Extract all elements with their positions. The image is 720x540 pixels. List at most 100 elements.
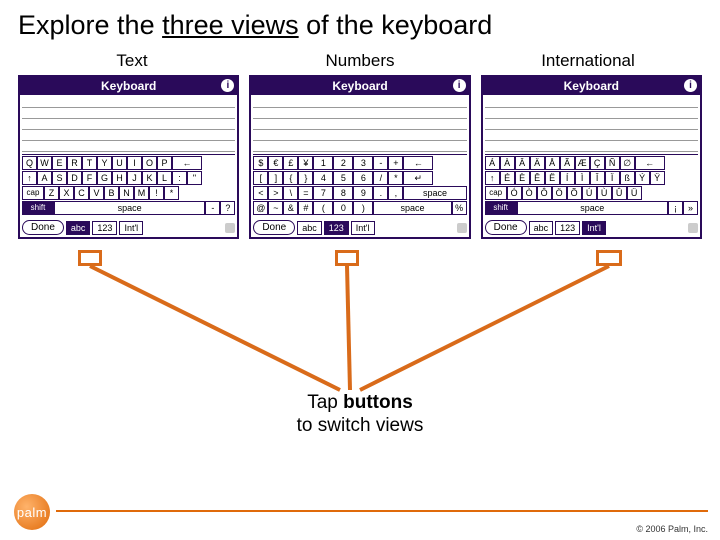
key[interactable]: 1 bbox=[313, 156, 333, 170]
key[interactable]: Ä bbox=[530, 156, 545, 170]
key[interactable]: Á bbox=[485, 156, 500, 170]
key[interactable]: } bbox=[298, 171, 313, 185]
key[interactable]: Ò bbox=[522, 186, 537, 200]
key[interactable]: # bbox=[298, 201, 313, 215]
key[interactable]: & bbox=[283, 201, 298, 215]
tab-intl[interactable]: Int'l bbox=[582, 221, 606, 235]
info-icon[interactable]: i bbox=[684, 79, 697, 92]
key[interactable]: Õ bbox=[567, 186, 582, 200]
key[interactable]: Ì bbox=[575, 171, 590, 185]
key[interactable]: Ÿ bbox=[650, 171, 665, 185]
key[interactable]: Ã bbox=[560, 156, 575, 170]
backspace-key[interactable]: ← bbox=[635, 156, 665, 170]
text-area[interactable] bbox=[485, 97, 698, 155]
key[interactable]: U bbox=[112, 156, 127, 170]
key[interactable]: + bbox=[388, 156, 403, 170]
shift-arrow-key[interactable]: ↑ bbox=[22, 171, 37, 185]
key[interactable]: Å bbox=[545, 156, 560, 170]
key[interactable]: * bbox=[388, 171, 403, 185]
key[interactable]: M bbox=[134, 186, 149, 200]
key[interactable]: ~ bbox=[268, 201, 283, 215]
done-button[interactable]: Done bbox=[22, 220, 64, 235]
key[interactable]: Ó bbox=[507, 186, 522, 200]
text-area[interactable] bbox=[22, 97, 235, 155]
key[interactable]: 7 bbox=[313, 186, 333, 200]
key[interactable]: E bbox=[52, 156, 67, 170]
space-key[interactable]: space bbox=[54, 201, 205, 215]
key[interactable]: 6 bbox=[353, 171, 373, 185]
key[interactable]: ß bbox=[620, 171, 635, 185]
cap-key[interactable]: cap bbox=[485, 186, 507, 200]
key[interactable]: Â bbox=[515, 156, 530, 170]
tab-abc[interactable]: abc bbox=[297, 221, 322, 235]
key[interactable]: Ú bbox=[582, 186, 597, 200]
key[interactable]: J bbox=[127, 171, 142, 185]
key[interactable]: { bbox=[283, 171, 298, 185]
key[interactable]: É bbox=[500, 171, 515, 185]
key[interactable]: € bbox=[268, 156, 283, 170]
shift-key[interactable]: shift bbox=[22, 201, 54, 215]
key[interactable]: = bbox=[298, 186, 313, 200]
key[interactable]: - bbox=[373, 156, 388, 170]
key[interactable]: C bbox=[74, 186, 89, 200]
tab-intl[interactable]: Int'l bbox=[119, 221, 143, 235]
key[interactable]: Ï bbox=[605, 171, 620, 185]
backspace-key[interactable]: ← bbox=[172, 156, 202, 170]
key[interactable]: Ö bbox=[552, 186, 567, 200]
key[interactable]: ? bbox=[220, 201, 235, 215]
key[interactable]: O bbox=[142, 156, 157, 170]
key[interactable]: K bbox=[142, 171, 157, 185]
key[interactable]: 9 bbox=[353, 186, 373, 200]
key[interactable]: , bbox=[388, 186, 403, 200]
key[interactable]: L bbox=[157, 171, 172, 185]
key[interactable]: Q bbox=[22, 156, 37, 170]
key[interactable]: \ bbox=[283, 186, 298, 200]
key[interactable]: < bbox=[253, 186, 268, 200]
key[interactable]: ¡ bbox=[668, 201, 683, 215]
key[interactable]: V bbox=[89, 186, 104, 200]
key[interactable]: 8 bbox=[333, 186, 353, 200]
key[interactable]: Î bbox=[590, 171, 605, 185]
key[interactable]: Û bbox=[612, 186, 627, 200]
tab-123[interactable]: 123 bbox=[555, 221, 580, 235]
key[interactable]: - bbox=[205, 201, 220, 215]
key[interactable]: 0 bbox=[333, 201, 353, 215]
key[interactable]: W bbox=[37, 156, 52, 170]
tab-intl[interactable]: Int'l bbox=[351, 221, 375, 235]
key[interactable]: Ù bbox=[597, 186, 612, 200]
info-icon[interactable]: i bbox=[453, 79, 466, 92]
backspace-key[interactable]: ← bbox=[403, 156, 433, 170]
key[interactable]: P bbox=[157, 156, 172, 170]
key[interactable]: Ê bbox=[530, 171, 545, 185]
key[interactable]: 3 bbox=[353, 156, 373, 170]
key[interactable]: Z bbox=[44, 186, 59, 200]
key[interactable]: ∅ bbox=[620, 156, 635, 170]
graffiti-icon[interactable] bbox=[225, 223, 235, 233]
key[interactable]: H bbox=[112, 171, 127, 185]
key[interactable]: R bbox=[67, 156, 82, 170]
done-button[interactable]: Done bbox=[485, 220, 527, 235]
info-icon[interactable]: i bbox=[221, 79, 234, 92]
key[interactable]: Ü bbox=[627, 186, 642, 200]
tab-abc[interactable]: abc bbox=[66, 221, 91, 235]
key[interactable]: $ bbox=[253, 156, 268, 170]
key[interactable]: G bbox=[97, 171, 112, 185]
key[interactable]: D bbox=[67, 171, 82, 185]
key[interactable]: I bbox=[127, 156, 142, 170]
key[interactable]: Ë bbox=[545, 171, 560, 185]
key[interactable]: @ bbox=[253, 201, 268, 215]
cap-key[interactable]: cap bbox=[22, 186, 44, 200]
key[interactable]: " bbox=[187, 171, 202, 185]
key[interactable]: / bbox=[373, 171, 388, 185]
key[interactable]: A bbox=[37, 171, 52, 185]
key[interactable]: 2 bbox=[333, 156, 353, 170]
key[interactable]: ! bbox=[149, 186, 164, 200]
done-button[interactable]: Done bbox=[253, 220, 295, 235]
key[interactable]: Ñ bbox=[605, 156, 620, 170]
enter-key[interactable]: ↵ bbox=[403, 171, 433, 185]
key[interactable]: Æ bbox=[575, 156, 590, 170]
key[interactable]: : bbox=[172, 171, 187, 185]
text-area[interactable] bbox=[253, 97, 466, 155]
space-key[interactable]: space bbox=[403, 186, 466, 200]
key[interactable]: . bbox=[373, 186, 388, 200]
